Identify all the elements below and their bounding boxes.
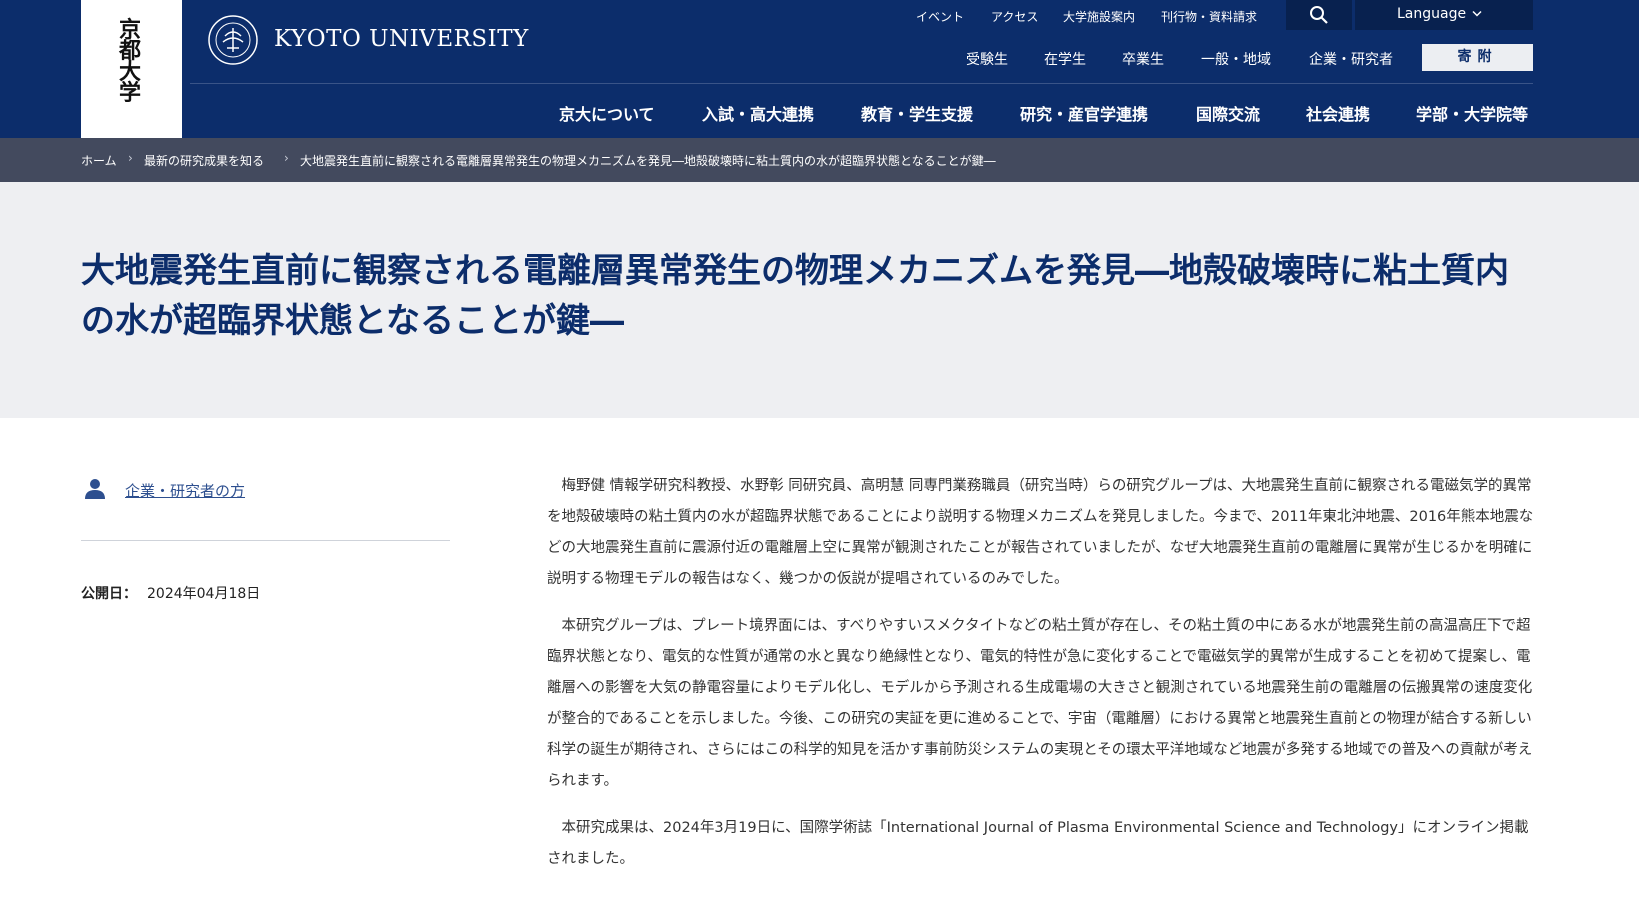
donate-button[interactable]: 寄附 bbox=[1422, 44, 1533, 71]
audience-link-alumni[interactable]: 卒業生 bbox=[1122, 49, 1164, 69]
article-body: 梅野健 情報学研究科教授、水野彰 同研究員、高明慧 同専門業務職員（研究当時）ら… bbox=[547, 471, 1535, 891]
audience-link-applicants[interactable]: 受験生 bbox=[966, 49, 1008, 69]
audience-tag-link[interactable]: 企業・研究者の方 bbox=[125, 480, 245, 501]
breadcrumb-current: 大地震発生直前に観察される電離層異常発生の物理メカニズムを発見―地殻破壊時に粘土… bbox=[300, 154, 996, 168]
seal-text: 京都大学 bbox=[118, 17, 141, 106]
util-link-publications[interactable]: 刊行物・資料請求 bbox=[1161, 8, 1257, 25]
breadcrumb: ホーム › 最新の研究成果を知る › 大地震発生直前に観察される電離層異常発生の… bbox=[0, 138, 1639, 182]
published-label: 公開日： bbox=[81, 586, 137, 602]
article-paragraph: 本研究グループは、プレート境界面には、すべりやすいスメクタイトなどの粘土質が存在… bbox=[547, 618, 1533, 789]
main-nav-admissions[interactable]: 入試・高大連携 bbox=[702, 101, 814, 125]
sidebar-divider bbox=[81, 540, 450, 541]
util-link-facilities[interactable]: 大学施設案内 bbox=[1063, 8, 1135, 25]
site-header: 京都大学 KYOTO UNIVERSITY イベント アクセス 大学施設案内 刊… bbox=[0, 0, 1639, 138]
audience-link-students[interactable]: 在学生 bbox=[1044, 49, 1086, 69]
university-name[interactable]: KYOTO UNIVERSITY bbox=[274, 26, 529, 52]
search-icon bbox=[1310, 6, 1328, 24]
breadcrumb-research-results[interactable]: 最新の研究成果を知る bbox=[144, 152, 264, 169]
person-icon bbox=[85, 479, 105, 499]
search-button[interactable] bbox=[1286, 0, 1352, 30]
main-nav-about[interactable]: 京大について bbox=[559, 101, 655, 125]
article-paragraph: 梅野健 情報学研究科教授、水野彰 同研究員、高明慧 同専門業務職員（研究当時）ら… bbox=[547, 478, 1534, 587]
published-date: 2024年04月18日 bbox=[147, 586, 261, 602]
breadcrumb-separator-icon: › bbox=[284, 151, 289, 165]
language-selector[interactable]: Language bbox=[1355, 0, 1533, 30]
title-band: 大地震発生直前に観察される電離層異常発生の物理メカニズムを発見―地殻破壊時に粘土… bbox=[0, 182, 1639, 418]
header-divider bbox=[190, 83, 1533, 84]
breadcrumb-home[interactable]: ホーム bbox=[81, 152, 117, 169]
article-paragraph: 本研究成果は、2024年3月19日に、国際学術誌「International J… bbox=[547, 820, 1529, 867]
chevron-down-icon bbox=[1472, 10, 1482, 17]
university-seal-logo[interactable]: 京都大学 bbox=[81, 0, 182, 138]
breadcrumb-separator-icon: › bbox=[128, 151, 133, 165]
main-nav-international[interactable]: 国際交流 bbox=[1196, 101, 1260, 125]
audience-link-public[interactable]: 一般・地域 bbox=[1201, 49, 1271, 69]
main-nav-research[interactable]: 研究・産官学連携 bbox=[1020, 101, 1148, 125]
language-label: Language bbox=[1397, 6, 1467, 22]
audience-link-industry[interactable]: 企業・研究者 bbox=[1309, 49, 1393, 69]
main-nav-faculties[interactable]: 学部・大学院等 bbox=[1416, 101, 1528, 125]
page-title: 大地震発生直前に観察される電離層異常発生の物理メカニズムを発見―地殻破壊時に粘土… bbox=[81, 251, 1509, 341]
util-link-access[interactable]: アクセス bbox=[991, 8, 1038, 25]
main-nav-education[interactable]: 教育・学生支援 bbox=[861, 101, 973, 125]
university-emblem-icon[interactable] bbox=[207, 14, 259, 66]
util-link-events[interactable]: イベント bbox=[916, 8, 964, 25]
main-nav-society[interactable]: 社会連携 bbox=[1306, 101, 1370, 125]
